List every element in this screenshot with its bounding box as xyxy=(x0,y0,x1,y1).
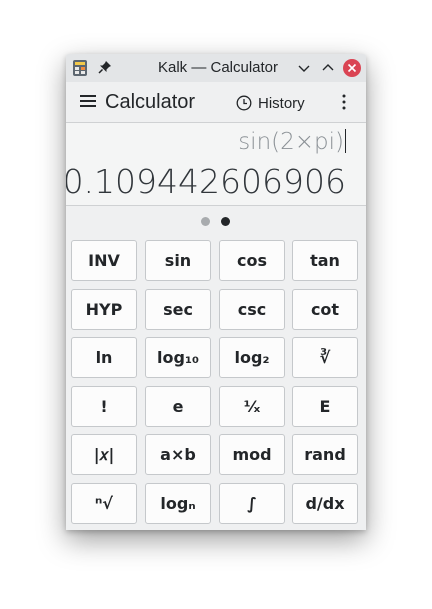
key-r1c1[interactable]: INV xyxy=(71,240,137,281)
calculator-display: sin(2×pi) 0.109442606906 xyxy=(66,123,366,206)
history-button[interactable]: History xyxy=(232,90,309,116)
text-caret xyxy=(345,129,346,153)
key-r3c2[interactable]: log₁₀ xyxy=(145,337,211,378)
maximize-button[interactable] xyxy=(318,58,338,78)
chevron-down-icon xyxy=(298,65,310,72)
result-value: 0.109442606906 xyxy=(66,162,346,201)
key-r5c4[interactable]: rand xyxy=(292,434,358,475)
key-r2c3[interactable]: csc xyxy=(219,289,285,330)
kebab-menu-icon[interactable] xyxy=(336,93,352,111)
key-r3c3[interactable]: log₂ xyxy=(219,337,285,378)
hamburger-icon[interactable] xyxy=(80,94,96,108)
key-r1c4[interactable]: tan xyxy=(292,240,358,281)
expression-text: sin(2×pi) xyxy=(238,129,344,155)
key-r2c4[interactable]: cot xyxy=(292,289,358,330)
page-indicator xyxy=(66,206,366,236)
key-r6c1[interactable]: ⁿ√ xyxy=(71,483,137,524)
page-title: Calculator xyxy=(105,91,196,113)
key-r1c3[interactable]: cos xyxy=(219,240,285,281)
key-r3c1[interactable]: ln xyxy=(71,337,137,378)
kalk-window: Kalk — Calculator Calculator History sin… xyxy=(66,54,366,530)
key-r5c1[interactable]: |𝑥| xyxy=(71,434,137,475)
page-dot-2[interactable] xyxy=(221,217,230,226)
key-r4c2[interactable]: e xyxy=(145,386,211,427)
page-dot-1[interactable] xyxy=(201,217,210,226)
key-r6c4[interactable]: d/dx xyxy=(292,483,358,524)
key-r5c2[interactable]: a×b xyxy=(145,434,211,475)
key-r2c1[interactable]: HYP xyxy=(71,289,137,330)
clock-icon xyxy=(236,95,252,111)
key-r2c2[interactable]: sec xyxy=(145,289,211,330)
minimize-button[interactable] xyxy=(294,58,314,78)
key-r5c3[interactable]: mod xyxy=(219,434,285,475)
key-r6c2[interactable]: logₙ xyxy=(145,483,211,524)
chevron-up-icon xyxy=(322,64,334,71)
history-label: History xyxy=(258,94,305,112)
key-r4c1[interactable]: ! xyxy=(71,386,137,427)
key-r1c2[interactable]: sin xyxy=(145,240,211,281)
app-header: Calculator History xyxy=(66,82,366,123)
key-r4c3[interactable]: ⅟ₓ xyxy=(219,386,285,427)
key-r6c3[interactable]: ∫ xyxy=(219,483,285,524)
close-icon xyxy=(343,59,361,77)
window-titlebar[interactable]: Kalk — Calculator xyxy=(66,54,366,82)
key-r4c4[interactable]: E xyxy=(292,386,358,427)
expression-input[interactable]: sin(2×pi) xyxy=(238,128,346,156)
close-button[interactable] xyxy=(342,58,362,78)
key-r3c4[interactable]: ∛ xyxy=(292,337,358,378)
